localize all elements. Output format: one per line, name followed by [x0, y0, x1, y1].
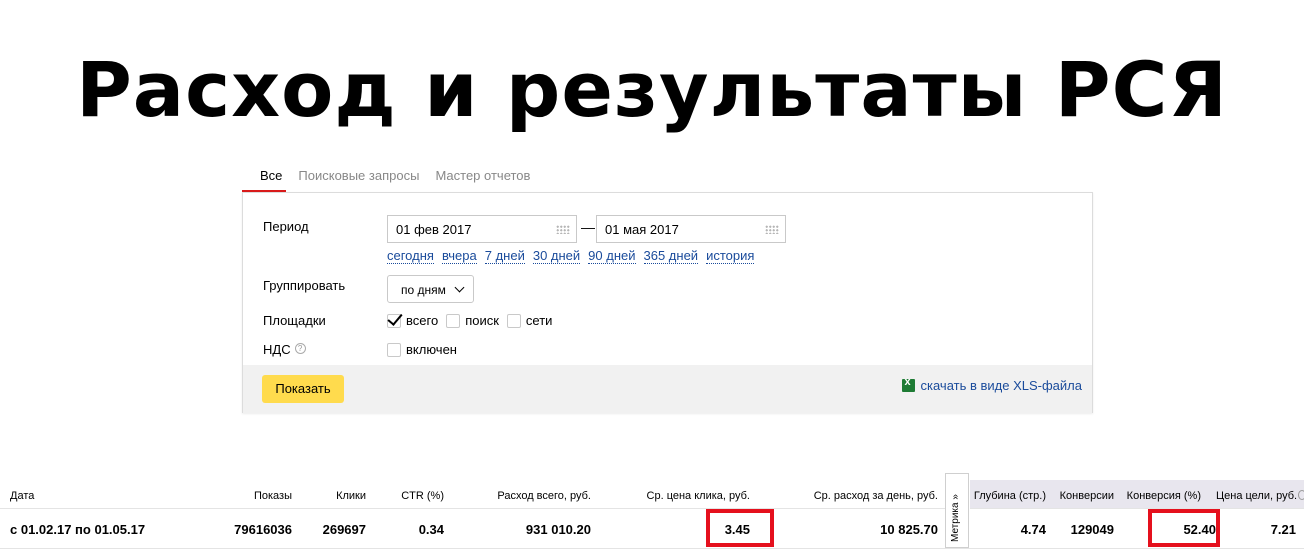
col-header-avg-daily: Ср. расход за день, руб. — [813, 490, 938, 502]
col-header-shows: Показы — [253, 490, 292, 502]
platforms-options: всего поиск сети — [387, 313, 560, 328]
date-range-dash: — — [581, 219, 595, 235]
cell-clicks: 269697 — [322, 522, 366, 537]
quick-link-7-days[interactable]: 7 дней — [484, 248, 525, 264]
row-divider — [0, 548, 1304, 549]
cell-conversions: 129049 — [1070, 522, 1114, 537]
vat-label-text: НДС — [263, 342, 291, 357]
col-header-clicks: Клики — [336, 490, 366, 502]
col-header-conversions: Конверсии — [1059, 490, 1114, 502]
quick-link-30-days[interactable]: 30 дней — [532, 248, 581, 264]
info-icon — [1298, 490, 1304, 500]
tab-search-queries[interactable]: Поисковые запросы — [298, 160, 419, 192]
date-to-input[interactable]: 01 мая 2017 — [596, 215, 786, 243]
col-header-conv-rate: Конверсия (%) — [1126, 490, 1201, 502]
col-header-ctr: CTR (%) — [401, 490, 444, 502]
vat-included-checkbox[interactable] — [387, 342, 401, 357]
cell-avg-daily: 10 825.70 — [880, 522, 938, 537]
cell-depth: 4.74 — [1020, 522, 1046, 537]
date-from-input[interactable]: 01 фев 2017 — [387, 215, 577, 243]
highlight-box-avg-cpc — [706, 509, 774, 547]
metrika-tab-label: Метрика » — [950, 494, 961, 542]
platforms-label: Площадки — [263, 313, 326, 328]
group-select[interactable]: по дням — [387, 275, 474, 303]
chevron-down-icon — [454, 282, 465, 293]
platform-all-checkbox[interactable] — [387, 313, 401, 328]
metrika-toggle-tab[interactable]: Метрика » — [945, 473, 969, 548]
group-select-value: по дням — [401, 283, 446, 297]
cell-ctr: 0.34 — [418, 522, 444, 537]
cell-date: с 01.02.17 по 01.05.17 — [10, 522, 146, 537]
col-header-spend-total: Расход всего, руб. — [497, 490, 591, 502]
platform-search-label: поиск — [465, 313, 499, 328]
quick-link-today[interactable]: сегодня — [387, 248, 434, 264]
vat-option: включен — [387, 342, 465, 357]
report-settings-panel: Период 01 фев 2017 — 01 мая 2017 сегодня… — [242, 192, 1093, 413]
platform-all-label: всего — [406, 313, 439, 328]
quick-link-yesterday[interactable]: вчера — [441, 248, 477, 264]
stats-table: Дата Показы Клики CTR (%) Расход всего, … — [0, 473, 1304, 555]
date-to-value: 01 мая 2017 — [605, 222, 679, 237]
tab-all[interactable]: Все — [242, 160, 287, 192]
period-label: Период — [263, 219, 309, 234]
show-report-button[interactable]: Показать — [262, 375, 344, 403]
cell-shows: 79616036 — [234, 522, 292, 537]
vat-label: НДС? — [263, 342, 306, 357]
vat-included-label: включен — [406, 342, 457, 357]
col-header-goal-price: Цена цели, руб. — [1216, 490, 1298, 502]
slide-title: Расход и результаты РСЯ — [76, 45, 1228, 134]
calendar-icon[interactable] — [556, 225, 570, 234]
cell-spend-total: 931 010.20 — [525, 522, 591, 537]
calendar-icon[interactable] — [765, 225, 779, 234]
header-divider — [970, 508, 1304, 509]
cell-goal-price: 7.21 — [1270, 522, 1296, 537]
quick-link-365-days[interactable]: 365 дней — [643, 248, 699, 264]
quick-link-history[interactable]: история — [706, 248, 755, 264]
panel-footer: Показать скачать в виде XLS-файла — [243, 365, 1092, 413]
highlight-box-conv-rate — [1148, 509, 1220, 547]
platform-networks-checkbox[interactable] — [506, 313, 521, 328]
platform-networks-label: сети — [525, 313, 553, 328]
col-header-avg-cpc: Ср. цена клика, руб. — [646, 490, 750, 502]
col-header-depth: Глубина (стр.) — [973, 490, 1046, 502]
download-xls-link[interactable]: скачать в виде XLS-файла — [901, 376, 1083, 393]
group-label: Группировать — [263, 278, 346, 293]
report-tabs: Все Поисковые запросы Мастер отчетов — [242, 160, 546, 192]
quick-link-90-days[interactable]: 90 дней — [588, 248, 636, 264]
quick-period-links: сегодня вчера 7 дней 30 дней 90 дней 365… — [387, 248, 762, 264]
tab-report-wizard[interactable]: Мастер отчетов — [435, 160, 530, 192]
excel-file-icon — [901, 376, 915, 392]
download-xls-label: скачать в виде XLS-файла — [920, 378, 1083, 393]
col-header-date: Дата — [10, 490, 35, 502]
platform-search-checkbox[interactable] — [446, 313, 461, 328]
help-icon[interactable]: ? — [294, 343, 306, 354]
header-divider — [0, 508, 945, 509]
date-from-value: 01 фев 2017 — [396, 222, 472, 237]
